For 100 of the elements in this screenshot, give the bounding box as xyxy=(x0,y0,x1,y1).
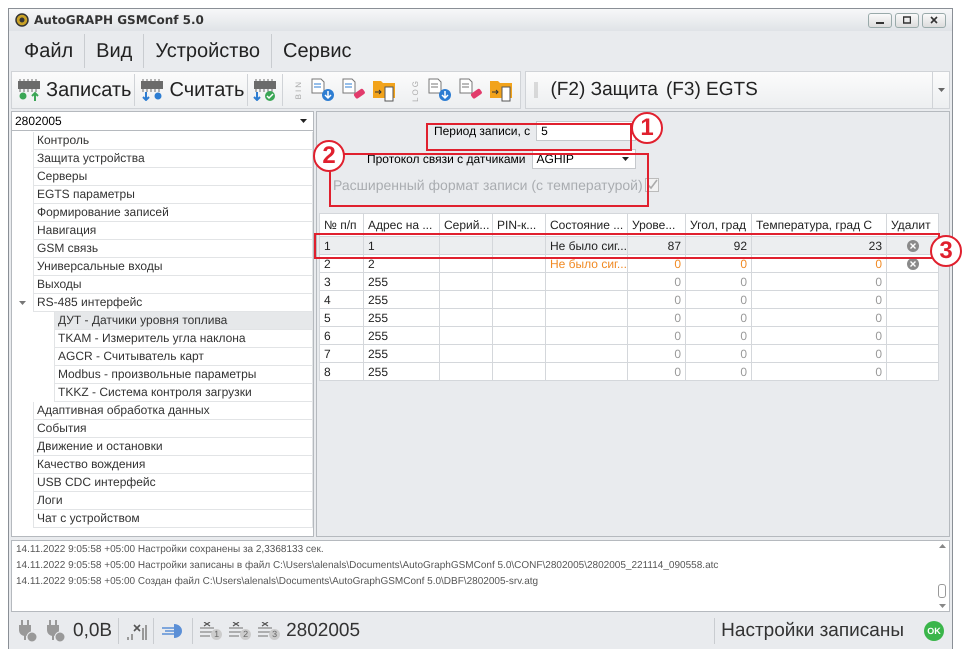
table-cell: 2 xyxy=(320,254,364,272)
table-cell: 255 xyxy=(364,290,440,308)
table-cell: 23 xyxy=(752,236,886,254)
table-cell: 0 xyxy=(686,272,752,290)
table-cell: 92 xyxy=(686,236,752,254)
menu-item[interactable]: Сервис xyxy=(272,34,362,68)
file-download-icon[interactable] xyxy=(310,78,336,102)
table-cell: 87 xyxy=(628,236,686,254)
tree-item[interactable]: ДУТ - Датчики уровня топлива xyxy=(54,312,313,330)
plug-icon xyxy=(17,620,39,642)
tree-item[interactable]: Выходы xyxy=(33,276,313,294)
table-cell: 5 xyxy=(320,308,364,326)
table-cell: 0 xyxy=(686,308,752,326)
column-header[interactable]: Температура, град С xyxy=(752,214,886,236)
table-cell: 0 xyxy=(628,362,686,380)
collapse-arrow-icon[interactable] xyxy=(19,301,26,305)
table-cell: 1 xyxy=(364,236,440,254)
table-cell: 0 xyxy=(752,254,886,272)
menu-item[interactable]: Вид xyxy=(85,34,144,68)
ok-badge: OK xyxy=(924,620,944,640)
minimize-button[interactable] xyxy=(868,12,892,28)
bin-label: BIN xyxy=(294,80,304,100)
table-cell: 3 xyxy=(320,272,364,290)
device-dropdown[interactable]: 2802005 xyxy=(12,112,313,131)
tree-item[interactable]: TKKZ - Система контроля загрузки xyxy=(54,384,313,402)
status-message: Настройки записаны xyxy=(721,620,904,642)
tree-item[interactable]: Универсальные входы xyxy=(33,258,313,276)
tree-item[interactable]: Качество вождения xyxy=(33,456,313,474)
table-cell: 255 xyxy=(364,326,440,344)
caret-icon xyxy=(938,88,944,92)
tree-item[interactable]: TKAM - Измеритель угла наклона xyxy=(54,330,313,348)
maximize-button[interactable] xyxy=(895,12,919,28)
plug-icon xyxy=(45,620,67,642)
delete-icon[interactable] xyxy=(906,240,918,252)
caret-icon xyxy=(622,157,628,161)
table-cell: 0 xyxy=(686,344,752,362)
tree-item[interactable]: Навигация xyxy=(33,222,313,240)
tree-item[interactable]: Чат с устройством xyxy=(33,510,313,528)
scroll-up-icon xyxy=(938,544,946,548)
table-cell: 0 xyxy=(628,308,686,326)
log-line: 14.11.2022 9:05:58 +05:00 Настройки сохранены за 2,3368133 сек. xyxy=(16,544,325,557)
table-cell: 0 xyxy=(628,254,686,272)
log-line: 14.11.2022 9:05:58 +05:00 Создан файл C:\Users\alenals\Documents\AutoGraphGSMConf 5.0\DBF\2802005-srv.atg xyxy=(16,576,540,589)
sim-slot-number: 3 xyxy=(269,628,280,640)
log-label: LOG xyxy=(411,78,420,102)
table-cell: 8 xyxy=(320,362,364,380)
table-cell: 0 xyxy=(686,326,752,344)
menu-item[interactable]: Устройство xyxy=(144,34,272,68)
quick-tab[interactable]: (F2) Защита xyxy=(550,79,658,101)
callout-number: 3 xyxy=(930,235,962,267)
tree-item[interactable]: AGCR - Считыватель карт xyxy=(54,348,313,366)
table-cell: 0 xyxy=(628,326,686,344)
table-cell: 0 xyxy=(752,326,886,344)
table-cell: 0 xyxy=(628,344,686,362)
table-cell: 0 xyxy=(752,308,886,326)
scroll-down-icon xyxy=(938,604,946,608)
device-id: 2802005 xyxy=(286,620,360,642)
column-header[interactable]: № п/п xyxy=(320,214,364,236)
tree-item[interactable]: Контроль xyxy=(33,132,313,150)
checkbox-label: Расширенный формат записи (с температурой) xyxy=(333,177,643,193)
tree-item[interactable]: Адаптивная обработка данных xyxy=(33,402,313,420)
tree-item[interactable]: Защита устройства xyxy=(33,150,313,168)
tree-item[interactable]: Серверы xyxy=(33,168,313,186)
tree-item[interactable]: Формирование записей xyxy=(33,204,313,222)
tree-item[interactable]: Modbus - произвольные параметры xyxy=(54,366,313,384)
table-cell: 0 xyxy=(628,272,686,290)
quick-tab[interactable]: (F3) EGTS xyxy=(666,79,758,101)
table-cell: 0 xyxy=(752,362,886,380)
table-cell: 255 xyxy=(364,362,440,380)
tree-item[interactable]: События xyxy=(33,420,313,438)
verify-button[interactable] xyxy=(251,74,284,106)
table-cell: 7 xyxy=(320,344,364,362)
table-cell: 255 xyxy=(364,272,440,290)
write-button[interactable]: Записать xyxy=(15,74,136,106)
table-cell: 0 xyxy=(752,290,886,308)
tree-item[interactable]: Движение и остановки xyxy=(33,438,313,456)
close-icon xyxy=(930,16,938,24)
table-cell: 1 xyxy=(320,236,364,254)
tree-item[interactable]: USB CDC интерфейс xyxy=(33,474,313,492)
window-title: AutoGRAPH GSMConf 5.0 xyxy=(34,13,204,27)
sim-slot-number: 2 xyxy=(240,628,252,640)
table-cell: 0 xyxy=(628,290,686,308)
close-button[interactable] xyxy=(922,12,946,28)
file-download-icon[interactable] xyxy=(427,78,454,102)
chip-upload-icon xyxy=(15,79,43,101)
read-button[interactable]: Считать xyxy=(138,74,248,106)
table-cell: 0 xyxy=(752,272,886,290)
table-cell: 0 xyxy=(686,254,752,272)
table-cell: Не было сиг... xyxy=(546,254,628,272)
caret-icon xyxy=(300,119,307,123)
field-label: Период записи, с xyxy=(434,124,530,138)
maximize-icon xyxy=(903,16,911,24)
menu-item[interactable]: Файл xyxy=(13,34,86,68)
table-cell: Не было сиг... xyxy=(546,236,628,254)
log-line: 14.11.2022 9:05:58 +05:00 Настройки записаны в файл C:\Users\alenals\Documents\AutoGraphGSMConf 5.0\CONF\2802005\2802005_221114_090558.atc xyxy=(16,560,720,573)
table-cell: 4 xyxy=(320,290,364,308)
tree-item[interactable]: EGTS параметры xyxy=(33,186,313,204)
tree-item[interactable]: Логи xyxy=(33,492,313,510)
delete-icon[interactable] xyxy=(906,258,918,270)
tree-item[interactable]: GSM связь xyxy=(33,240,313,258)
